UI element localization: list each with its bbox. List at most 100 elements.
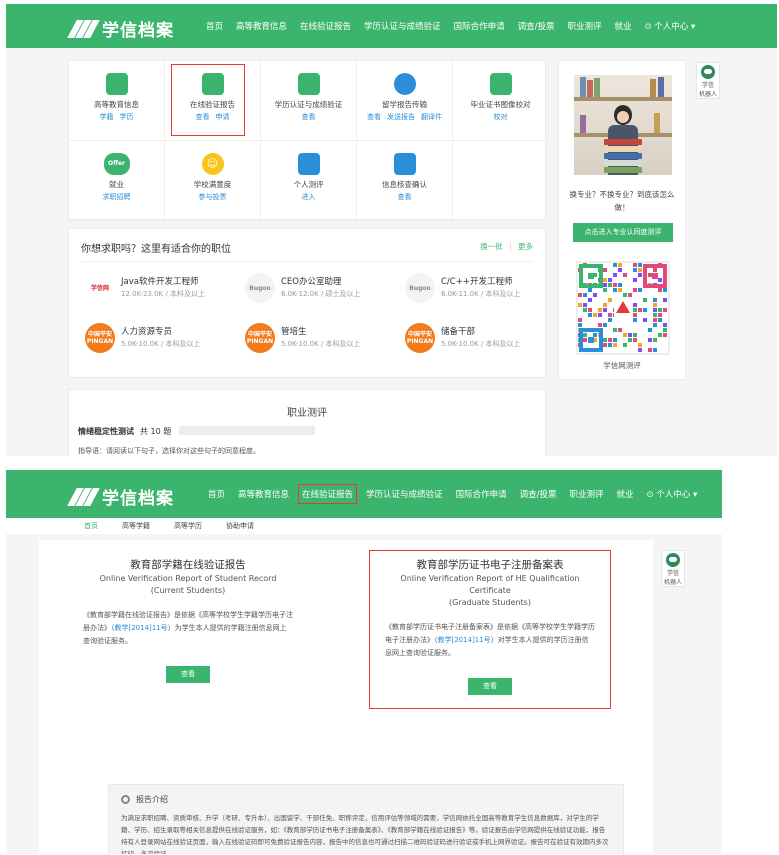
service-link[interactable]: 参与投票 — [199, 193, 227, 201]
service-links: 参与投票 — [165, 191, 260, 203]
jobs-separator: | — [509, 242, 512, 251]
view-report-button[interactable]: 查看 — [468, 678, 512, 695]
regulation-link[interactable]: 教学[2014]11号 — [438, 636, 491, 644]
test-guide: 指导语：请阅读以下句子，选择你对这些句子的同意程度。 — [78, 447, 260, 455]
job-card[interactable]: 中国平安 PINGAN 管培生 5.0K-10.0K / 本科及以上 — [245, 323, 395, 353]
job-title: 人力资源专员 — [121, 327, 173, 337]
nav-item[interactable]: 职业测评 — [569, 488, 603, 500]
subnav-item[interactable]: 高等学籍 — [122, 521, 150, 531]
service-name: 个人测评 — [293, 180, 324, 189]
divider — [81, 261, 533, 262]
nav-item[interactable]: 高等教育信息 — [236, 20, 287, 32]
service-grid: 高等教育信息 学籍 学历 在线验证报告 查看 申请 学历认证与成绩验证 查看 留学报告传输 查看发… — [68, 60, 549, 221]
nav-item[interactable]: 就业 — [614, 20, 631, 32]
shield-user-icon — [393, 153, 416, 175]
service-link[interactable]: 求职招聘 — [103, 193, 131, 201]
view-report-button[interactable]: 查看 — [166, 666, 210, 683]
service-link[interactable]: 发送报告 — [387, 113, 415, 121]
robot-icon — [666, 553, 680, 567]
service-name: 高等教育信息 — [94, 100, 139, 109]
side-promo-panel: 换专业？不换专业？到底该怎么做！ 点击进入专业认同度测评 学信网测评 — [558, 60, 686, 380]
site-logo[interactable]: 学信档案 — [67, 16, 174, 41]
service-link[interactable]: 申请 — [216, 113, 230, 121]
subnav-item[interactable]: 首页 — [84, 521, 98, 531]
service-links: 查看 发送报告 翻译件 — [357, 111, 452, 123]
service-clipboard-check[interactable]: 个人测评 进入 — [261, 141, 357, 221]
nav-item[interactable]: 职业测评 — [567, 20, 601, 32]
test-progress-bar — [179, 426, 315, 435]
nav-item[interactable]: 高等教育信息 — [238, 488, 289, 500]
service-graduate[interactable]: 高等教育信息学籍 学历 — [69, 61, 165, 141]
nav-item[interactable]: 国际合作申请 — [454, 20, 505, 32]
nav-item[interactable]: 国际合作申请 — [456, 488, 507, 500]
service-links: 学籍 学历 — [69, 111, 164, 123]
job-card[interactable]: 学信网 Java软件开发工程师 12.0K-23.0K / 本科及以上 — [85, 273, 235, 303]
service-link[interactable]: 学籍 — [100, 113, 114, 121]
company-logo: 中国平安 PINGAN — [405, 323, 435, 353]
site-logo[interactable]: 学信档案 — [67, 484, 174, 509]
logo-mark-icon — [67, 487, 100, 506]
nav-item[interactable]: 调查/投票 — [518, 20, 555, 32]
job-card[interactable]: Bugoo CEO办公室助理 6.0K-12.0K / 硕士及以上 — [245, 273, 395, 303]
service-links: 查看 — [261, 111, 356, 123]
promo-photo[interactable] — [574, 75, 672, 175]
verification-report-screenshot: 学信档案 首页 高等教育信息 在线验证报告 学历认证与成绩验证 国际合作申请 调查/投票职… — [6, 470, 722, 854]
question-count: 共 10 题 — [140, 427, 172, 436]
service-smile[interactable]: ☺ 学校满意度 参与投票 — [165, 141, 261, 221]
service-offer[interactable]: Offer 就业 求职招聘 — [69, 141, 165, 221]
service-shield-user[interactable]: 信息核查确认 查看 — [357, 141, 453, 221]
service-link[interactable]: 进入 — [302, 193, 316, 201]
more-jobs-link[interactable]: 更多 — [518, 242, 533, 251]
service-id-card[interactable]: 学历认证与成绩验证 查看 — [261, 61, 357, 141]
job-title: 储备干部 — [441, 327, 476, 337]
nav-item[interactable]: 首页 — [208, 488, 225, 500]
promo-question: 换专业？不换专业？到底该怎么做！ — [569, 190, 675, 212]
job-card[interactable]: 中国平安 PINGAN 储备干部 5.0K-10.0K / 本科及以上 — [405, 323, 555, 353]
jobs-title: 你想求职吗？这里有适合你的职位 — [81, 244, 231, 255]
nav-item[interactable]: 首页 — [206, 20, 223, 32]
top-navbar: 学信档案 首页 高等教育信息 在线验证报告 学历认证与成绩验证 国际合作申请 调查/投票职… — [6, 4, 777, 48]
job-card[interactable]: Bugoo C/C++开发工程师 6.0K-11.0K / 本科及以上 — [405, 273, 555, 303]
report-subtitle-en: (Current Students) — [150, 586, 226, 595]
dashboard-screenshot: 学信档案 首页 高等教育信息 在线验证报告 学历认证与成绩验证 国际合作申请 调查/投票职… — [6, 4, 777, 456]
globe-icon — [393, 73, 416, 95]
nav-item[interactable]: 学历认证与成绩验证 — [366, 488, 443, 500]
nav-user-center[interactable]: ⊙ 个人中心 ▾ — [646, 488, 697, 500]
nav-item[interactable]: 就业 — [616, 488, 633, 500]
nav-item[interactable]: 调查/投票 — [520, 488, 557, 500]
job-card[interactable]: 中国平安 PINGAN 人力资源专员 5.0K-10.0K / 本科及以上 — [85, 323, 235, 353]
service-link[interactable]: 查看 — [367, 113, 381, 121]
service-name: 就业 — [109, 180, 124, 189]
nav-item[interactable]: 在线验证报告 — [298, 484, 358, 504]
major-test-button[interactable]: 点击进入专业认同度测评 — [573, 223, 673, 242]
service-name: 信息核查确认 — [382, 180, 427, 189]
nav-item[interactable]: 学历认证与成绩验证 — [364, 20, 441, 32]
chat-robot-button[interactable]: 学信 机器人 — [661, 550, 685, 587]
service-globe[interactable]: 留学报告传输 查看 发送报告 翻译件 — [357, 61, 453, 141]
job-meta: 12.0K-23.0K / 本科及以上 — [121, 290, 205, 298]
service-user-check[interactable]: 毕业证书图像校对 校对 — [453, 61, 549, 141]
service-link[interactable]: 校对 — [494, 113, 508, 121]
nav-user-center[interactable]: ⊙ 个人中心 ▾ — [644, 20, 695, 32]
test-name: 情绪稳定性测试共 10 题 — [78, 426, 171, 437]
subnav-item[interactable]: 高等学历 — [174, 521, 202, 531]
subnav-item[interactable]: 协助申请 — [226, 521, 254, 531]
report-subtitle-en: (Graduate Students) — [449, 598, 531, 607]
service-link[interactable]: 学历 — [120, 113, 134, 121]
robot-label: 学信 机器人 — [698, 82, 717, 98]
regulation-link[interactable]: 教学[2014]11号 — [115, 624, 168, 632]
service-link[interactable]: 查看 — [196, 113, 210, 121]
service-link[interactable]: 查看 — [398, 193, 412, 201]
clipboard-check-icon — [297, 153, 320, 175]
chat-robot-button[interactable]: 学信 机器人 — [696, 62, 720, 99]
id-card-icon — [297, 73, 320, 95]
service-shield-check[interactable]: 在线验证报告 查看 申请 — [165, 61, 261, 141]
service-links: 查看 申请 — [165, 111, 260, 123]
service-link[interactable]: 翻译件 — [421, 113, 442, 121]
service-link[interactable]: 查看 — [302, 113, 316, 121]
service-name: 毕业证书图像校对 — [470, 100, 531, 109]
refresh-jobs-link[interactable]: 换一批 — [480, 242, 503, 251]
job-title: CEO办公室助理 — [281, 277, 342, 287]
company-logo: 中国平安 PINGAN — [85, 323, 115, 353]
nav-item[interactable]: 在线验证报告 — [300, 20, 351, 32]
